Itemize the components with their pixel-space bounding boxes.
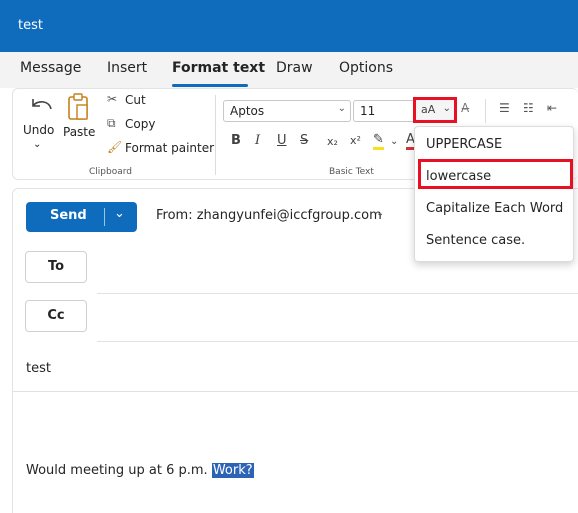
strikethrough-button[interactable]: S <box>300 133 308 148</box>
tab-insert[interactable]: Insert <box>107 60 147 76</box>
bold-button[interactable]: B <box>231 133 241 148</box>
tab-message[interactable]: Message <box>20 60 81 76</box>
format-painter-label: Format painter <box>125 141 215 155</box>
body-text: Would meeting up at 6 p.m. <box>26 463 212 478</box>
basic-text-group-label: Basic Text <box>329 167 374 177</box>
to-field-underline <box>97 293 578 294</box>
selected-text: Work? <box>211 463 254 478</box>
menu-item-sentence-case[interactable]: Sentence case. <box>426 233 525 248</box>
cut-button[interactable]: ✂ Cut <box>107 92 167 110</box>
undo-button[interactable]: Undo ⌄ <box>17 91 61 157</box>
paste-label: Paste <box>63 125 96 139</box>
menu-item-lowercase[interactable]: lowercase <box>426 169 491 184</box>
from-field[interactable]: From: zhangyunfei@iccfgroup.com <box>156 208 382 223</box>
menu-item-uppercase[interactable]: UPPERCASE <box>426 137 502 152</box>
send-button[interactable]: Send ⌄ <box>26 202 137 232</box>
clear-formatting-icon[interactable]: A̶ <box>461 101 469 115</box>
chevron-down-icon[interactable]: ⌄ <box>376 208 384 219</box>
copy-button[interactable]: ⧉ Copy <box>107 116 167 134</box>
paste-button[interactable]: Paste <box>61 91 97 151</box>
divider <box>485 99 486 123</box>
change-case-icon: aA <box>421 103 436 116</box>
from-address: zhangyunfei@iccfgroup.com <box>196 208 382 223</box>
highlighter-icon[interactable]: ✎ <box>373 133 384 150</box>
message-body[interactable]: Would meeting up at 6 p.m. Work? <box>26 463 254 478</box>
superscript-button[interactable]: x² <box>350 134 361 147</box>
bullets-icon[interactable]: ☰ <box>499 101 510 115</box>
font-family-value: Aptos <box>230 104 265 118</box>
active-tab-indicator <box>172 84 248 87</box>
subject-underline <box>13 391 578 392</box>
subscript-button[interactable]: x₂ <box>327 135 338 148</box>
undo-icon <box>32 99 52 110</box>
cc-button[interactable]: Cc <box>25 300 87 332</box>
clipboard-group-label: Clipboard <box>89 167 132 177</box>
paste-icon <box>68 93 88 120</box>
chevron-down-icon: ⌄ <box>33 139 42 150</box>
paintbrush-icon: 🖌 <box>107 140 123 154</box>
title-bar: test <box>0 0 578 52</box>
change-case-button[interactable]: aA ⌄ <box>413 97 457 123</box>
font-family-select[interactable]: Aptos ⌄ <box>223 100 351 122</box>
to-button[interactable]: To <box>25 251 87 283</box>
chevron-down-icon: ⌄ <box>337 103 346 114</box>
send-label: Send <box>50 208 87 223</box>
tab-options[interactable]: Options <box>339 60 393 76</box>
subject-field[interactable]: test <box>26 361 51 376</box>
chevron-down-icon: ⌄ <box>442 103 451 114</box>
menu-item-capitalize-each-word[interactable]: Capitalize Each Word <box>426 201 563 216</box>
to-label: To <box>47 259 65 274</box>
scissors-icon: ✂ <box>107 92 118 106</box>
tab-format-text[interactable]: Format text <box>172 60 265 76</box>
change-case-menu: UPPERCASE lowercase Capitalize Each Word… <box>414 126 574 262</box>
ribbon-tabs: Message Insert Format text Draw Options <box>0 52 578 88</box>
from-label: From: <box>156 208 193 223</box>
decrease-indent-icon[interactable]: ⇤ <box>547 101 557 115</box>
cc-field-underline <box>97 341 578 342</box>
copy-icon: ⧉ <box>107 116 116 130</box>
numbering-icon[interactable]: ☷ <box>523 101 534 115</box>
cc-label: Cc <box>47 308 65 323</box>
chevron-down-icon[interactable]: ⌄ <box>390 136 398 147</box>
window-title: test <box>18 18 43 33</box>
tab-draw[interactable]: Draw <box>276 60 313 76</box>
divider <box>104 208 105 226</box>
copy-label: Copy <box>125 117 156 131</box>
italic-button[interactable]: I <box>255 133 260 148</box>
underline-button[interactable]: U <box>277 133 287 148</box>
undo-label: Undo <box>23 123 55 137</box>
group-divider <box>215 95 216 175</box>
font-size-value: 11 <box>360 104 376 118</box>
cut-label: Cut <box>125 93 146 107</box>
format-painter-button[interactable]: 🖌 Format painter <box>107 140 214 158</box>
chevron-down-icon[interactable]: ⌄ <box>114 206 125 221</box>
